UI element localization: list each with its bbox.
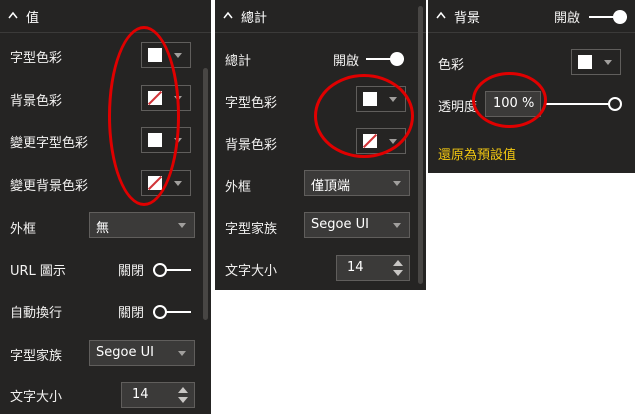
chevron-up-icon[interactable] [8,11,18,19]
border-label: 外框 [10,222,37,237]
transparency-label: 透明度 [438,100,478,115]
text-size-stepper[interactable]: 14 [336,255,410,281]
background-format-panel: 背景 開啟 色彩 透明度 100 % 還原為預設值 [428,0,635,173]
total-label: 總計 [225,54,252,69]
text-size-value: 14 [132,387,149,402]
text-size-label: 文字大小 [10,390,63,405]
caret-down-icon [389,139,397,144]
scrollbar[interactable] [203,68,208,320]
no-fill-swatch-icon [148,176,162,190]
caret-down-icon [178,223,186,228]
white-swatch [578,55,592,69]
border-dropdown[interactable]: 僅頂端 [304,170,410,196]
word-wrap-label: 自動換行 [10,306,63,321]
caret-down-icon [393,223,401,228]
totals-format-panel: 總計 總計 開啟 字型色彩 背景色彩 外框 僅頂端 字型家族 Segoe UI … [215,0,426,290]
font-color-label: 字型色彩 [10,51,63,66]
color-picker[interactable] [571,49,621,75]
word-wrap-toggle[interactable] [153,305,191,319]
chevron-up-icon[interactable] [436,11,446,19]
transparency-value: 100 % [493,96,535,111]
text-size-label: 文字大小 [225,264,278,279]
font-color-picker[interactable] [356,86,406,112]
white-swatch [363,92,377,106]
values-section-header[interactable]: 值 [0,0,211,33]
font-family-dropdown[interactable]: Segoe UI [89,340,195,366]
font-family-label: 字型家族 [225,222,278,237]
decrement-icon[interactable] [178,397,188,403]
border-dropdown[interactable]: 無 [89,212,195,238]
caret-down-icon [174,138,182,143]
caret-down-icon [389,97,397,102]
background-color-label: 背景色彩 [10,94,63,109]
conditional-background-color-picker[interactable] [141,170,191,196]
background-state: 開啟 [554,11,581,26]
no-fill-swatch-icon [363,134,377,148]
font-family-dropdown[interactable]: Segoe UI [304,212,410,238]
word-wrap-state: 關閉 [118,306,145,321]
font-family-value: Segoe UI [96,345,154,360]
font-color-label: 字型色彩 [225,96,278,111]
url-icon-state: 關閉 [118,264,145,279]
url-icon-toggle[interactable] [153,263,191,277]
url-icon-label: URL 圖示 [10,264,66,279]
background-section-title: 背景 [454,11,481,26]
transparency-slider-handle[interactable] [608,97,622,111]
caret-down-icon [174,96,182,101]
reset-to-default-link[interactable]: 還原為預設值 [438,144,516,163]
totals-section-header[interactable]: 總計 [215,0,426,33]
background-color-label: 背景色彩 [225,138,278,153]
totals-section-title: 總計 [241,11,268,26]
transparency-slider-track[interactable] [545,103,615,105]
caret-down-icon [174,53,182,58]
white-swatch [148,48,162,62]
increment-icon[interactable] [178,387,188,393]
decrement-icon[interactable] [393,270,403,276]
values-format-panel: 值 字型色彩 背景色彩 變更字型色彩 變更背景色彩 外框 無 URL 圖示 關閉… [0,0,211,414]
background-color-picker[interactable] [141,85,191,111]
text-size-value: 14 [347,260,364,275]
caret-down-icon [393,181,401,186]
caret-down-icon [178,351,186,356]
color-label: 色彩 [438,58,465,73]
border-value: 僅頂端 [311,179,351,194]
border-label: 外框 [225,180,252,195]
caret-down-icon [604,60,612,65]
font-color-picker[interactable] [141,42,191,68]
caret-down-icon [174,181,182,186]
background-toggle[interactable] [589,10,627,24]
text-size-stepper[interactable]: 14 [121,382,195,408]
conditional-font-color-picker[interactable] [141,127,191,153]
chevron-up-icon[interactable] [223,11,233,19]
conditional-background-color-label: 變更背景色彩 [10,179,89,194]
background-section-header[interactable]: 背景 開啟 [428,0,635,33]
total-state: 開啟 [333,54,360,69]
white-swatch [148,133,162,147]
transparency-input[interactable]: 100 % [485,91,541,117]
border-value: 無 [96,221,110,236]
conditional-font-color-label: 變更字型色彩 [10,136,89,151]
font-family-value: Segoe UI [311,217,369,232]
scrollbar[interactable] [418,6,423,284]
increment-icon[interactable] [393,260,403,266]
background-color-picker[interactable] [356,128,406,154]
total-toggle[interactable] [366,52,404,66]
no-fill-swatch-icon [148,91,162,105]
values-section-title: 值 [26,11,40,26]
font-family-label: 字型家族 [10,349,63,364]
